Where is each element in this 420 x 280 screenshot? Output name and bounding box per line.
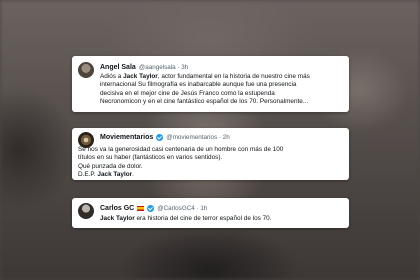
tweet-line: Jack Taylor era historia del cine de ter…	[100, 215, 272, 222]
tweet-card[interactable]: Moviementarios @moviementarios · 2h Se n…	[72, 128, 349, 180]
avatar[interactable]	[78, 203, 94, 219]
tweet-card[interactable]: Angel Sala @aangelsala · 3h Adiós a Jack…	[72, 56, 349, 112]
tweet-line: Qué punzada de dolor.	[78, 162, 143, 170]
tweet-line: títulos en su haber (fantásticos en vari…	[78, 154, 223, 162]
tweet-header: Angel Sala @aangelsala · 3h	[100, 62, 343, 73]
avatar[interactable]	[78, 62, 94, 78]
tweet-line: Necronomicon y en el cine fantástico esp…	[100, 98, 309, 106]
tweet-line: internacional Su filmografía es inabarca…	[100, 81, 297, 89]
author-handle[interactable]: @moviementarios · 2h	[166, 134, 229, 141]
verified-badge-icon	[156, 134, 164, 141]
verified-badge-icon	[147, 205, 155, 212]
author-handle[interactable]: @aangelsala · 3h	[139, 64, 188, 71]
tweet-line: Adiós a Jack Taylor, actor fundamental e…	[100, 73, 310, 80]
avatar[interactable]	[78, 132, 94, 148]
author-name[interactable]: Angel Sala	[100, 64, 136, 71]
tweet-line: Se nos va la generosidad casi centenaria…	[78, 146, 284, 153]
tweet-line: D.E.P. Jack Taylor.	[78, 171, 134, 179]
spain-flag-icon	[137, 206, 145, 211]
author-name[interactable]: Moviementarios	[100, 134, 153, 141]
tweet-card[interactable]: Carlos GC @CarlosGC4 · 1h Jack Taylor er…	[72, 198, 349, 228]
author-handle[interactable]: @CarlosGC4 · 1h	[157, 205, 207, 212]
tweet-header: Carlos GC @CarlosGC4 · 1h	[100, 203, 343, 214]
author-name[interactable]: Carlos GC	[100, 205, 134, 212]
tweet-line: decisiva en el mejor cine de Jesús Franc…	[100, 89, 275, 97]
tweet-header: Moviementarios @moviementarios · 2h	[100, 132, 343, 143]
